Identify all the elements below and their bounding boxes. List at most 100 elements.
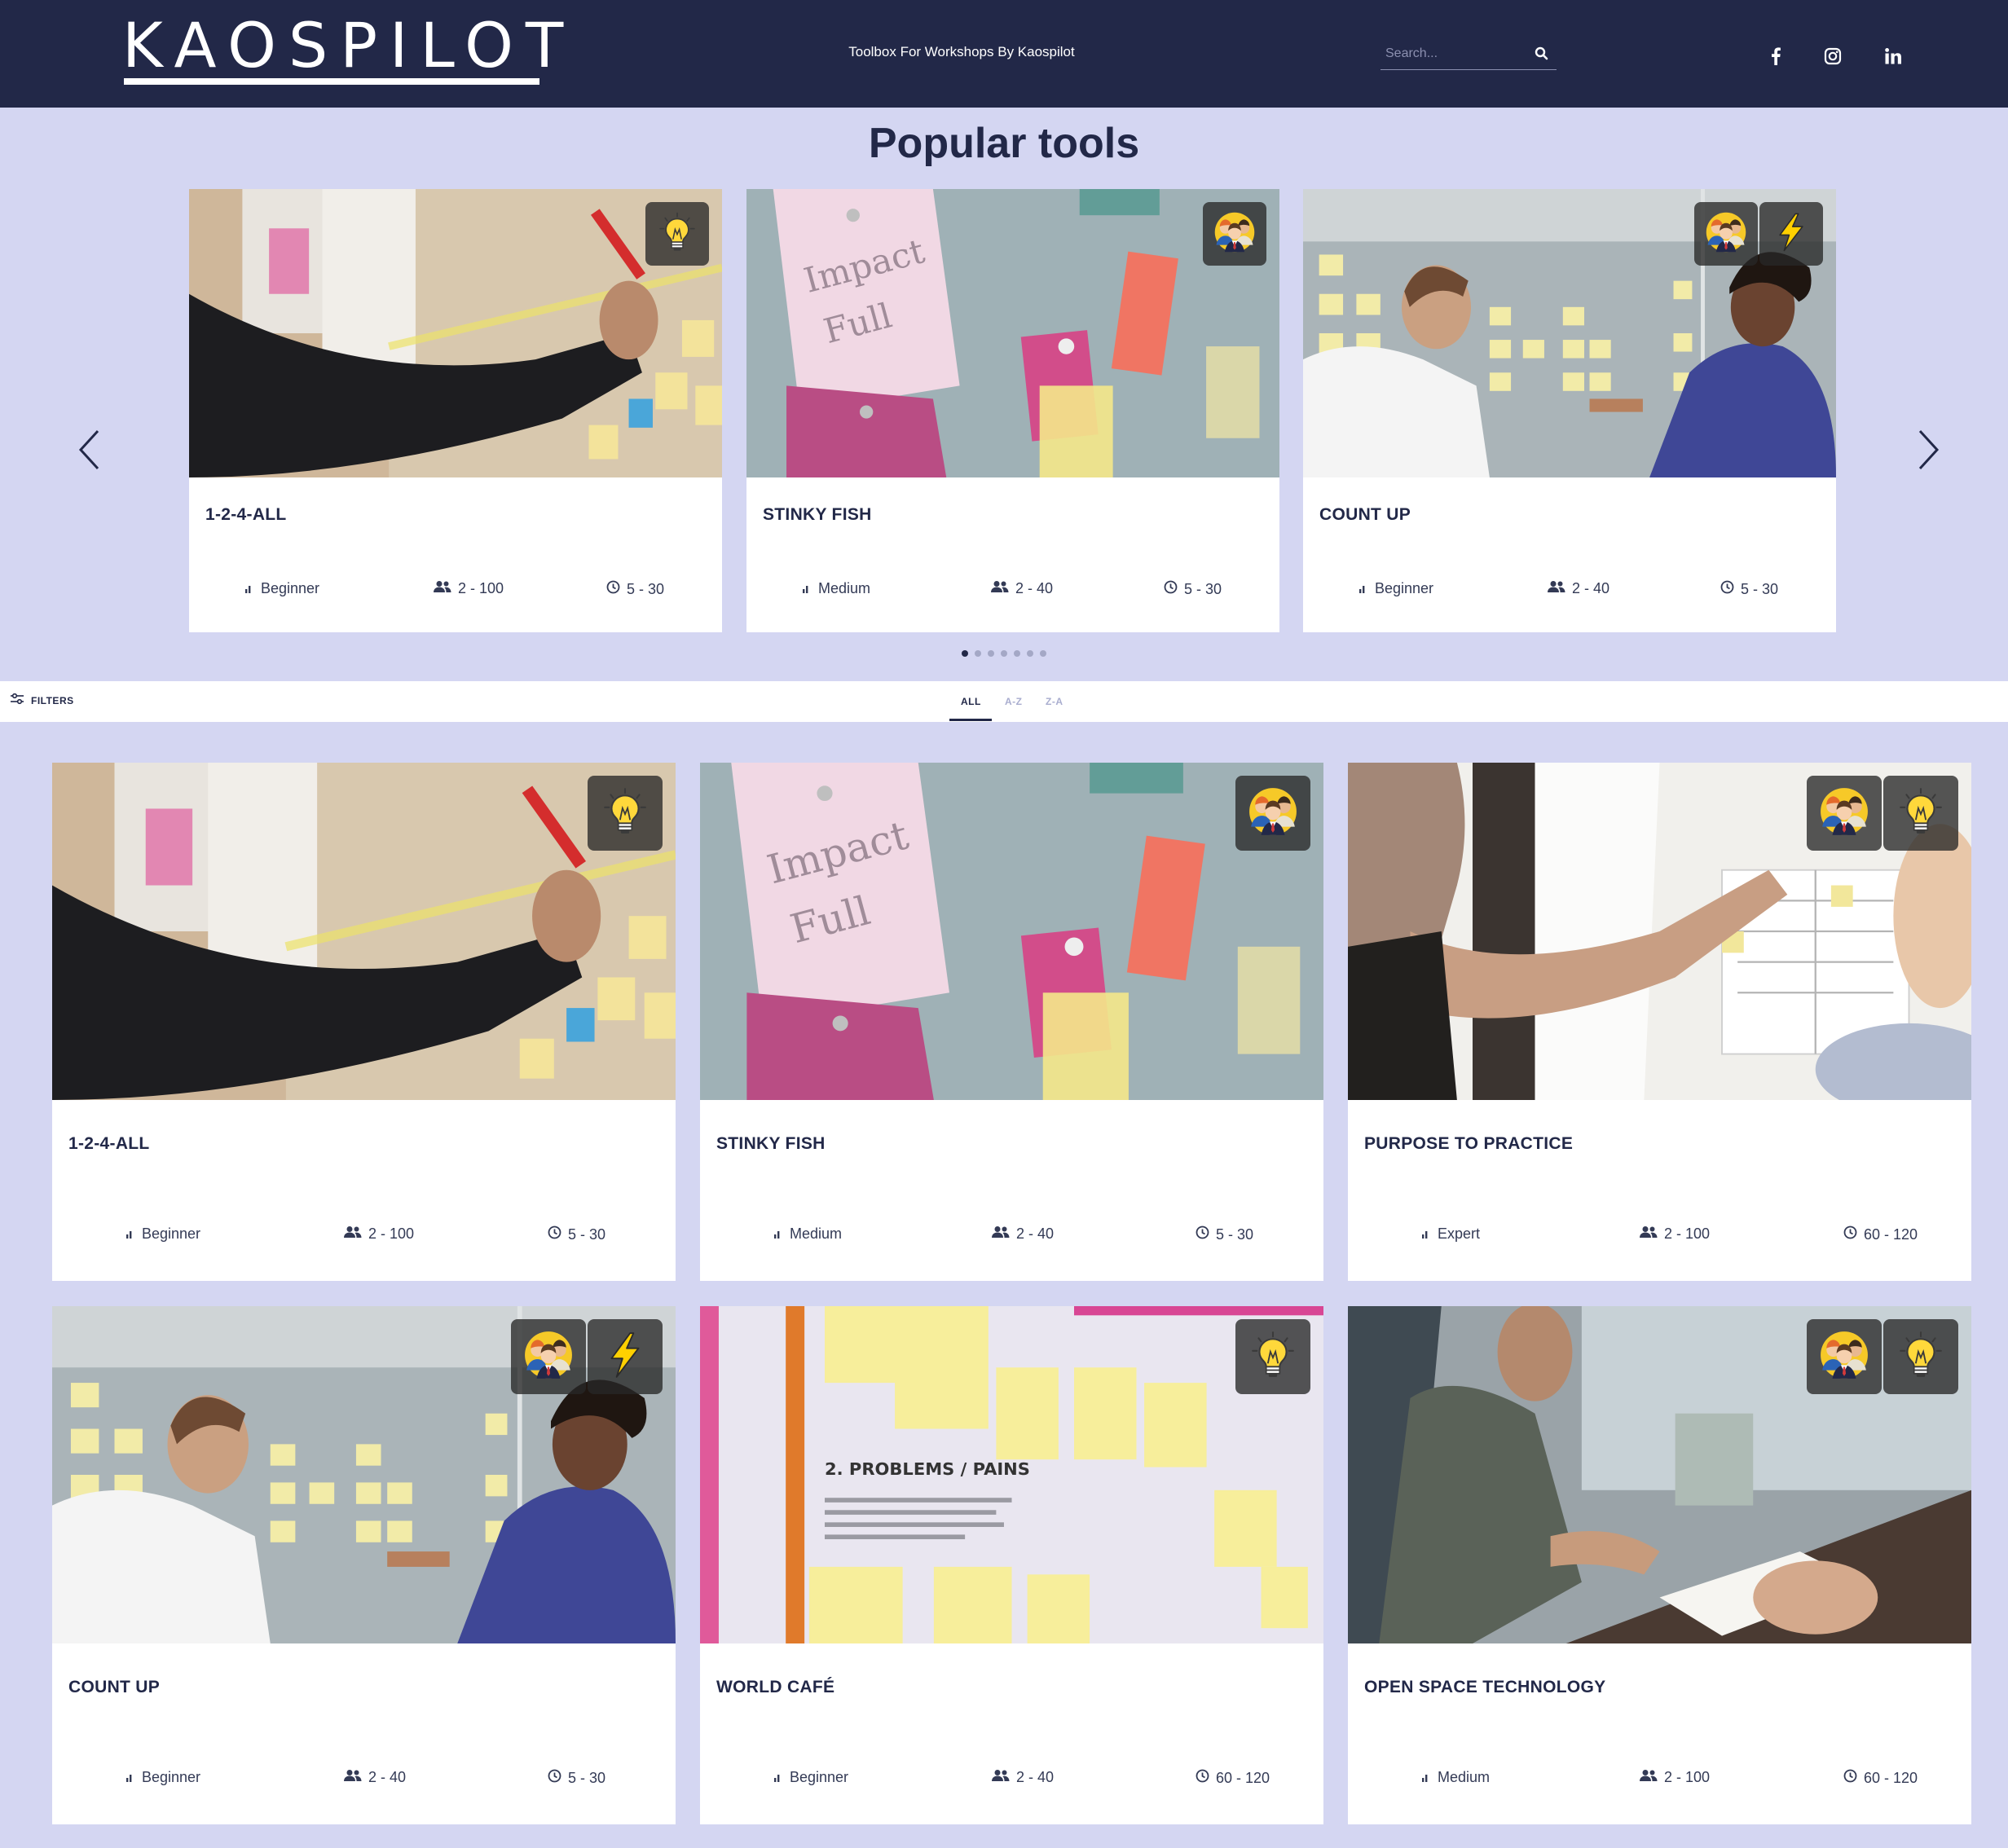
site-tagline: Toolbox For Workshops By Kaospilot [848,44,1075,59]
kaospilot-logo[interactable]: KAOSPILOT [122,15,563,86]
clock-icon [1843,1225,1857,1243]
facebook-icon[interactable] [1765,46,1786,67]
badge-team [1203,202,1266,266]
level-bars-icon [244,580,254,597]
duration-text: 60 - 120 [1864,1225,1918,1243]
duration: 5 - 30 [1164,580,1222,598]
card-badges [588,776,663,851]
carousel-dot[interactable] [988,650,994,657]
card-badges [1235,1319,1310,1394]
tab-z-a[interactable]: Z-A [1046,696,1063,707]
card-image: Impact Full [700,763,1323,1100]
card-image [52,763,676,1100]
participants: 2 - 100 [344,1225,414,1243]
carousel-dot[interactable] [1027,650,1033,657]
card-badges [1203,202,1266,266]
card-badges [645,202,709,266]
tab-a-z[interactable]: A-Z [1005,696,1023,707]
difficulty-level: Expert [1421,1225,1480,1243]
card-title: 1-2-4-ALL [205,505,287,524]
tab-all[interactable]: ALL [961,696,981,707]
difficulty-level: Medium [773,1225,842,1243]
card-photo: Impact Full [700,763,1323,1100]
level-bars-icon [126,1225,135,1243]
lightbulb-icon [600,786,650,841]
participants: 2 - 100 [1640,1769,1710,1786]
card-badges [511,1319,663,1394]
logo-underline [124,78,539,85]
tool-card[interactable]: PURPOSE TO PRACTICE Expert 2 - 100 60 - … [1348,763,1971,1281]
card-title: OPEN SPACE TECHNOLOGY [1364,1678,1606,1696]
clock-icon [1196,1225,1209,1243]
people-icon [344,1225,362,1243]
popular-tool-card[interactable]: 1-2-4-ALL Beginner 2 - 100 5 - 30 [189,189,722,632]
carousel-dot[interactable] [1001,650,1007,657]
difficulty-level: Medium [802,580,870,597]
tool-card[interactable]: 1-2-4-ALL Beginner 2 - 100 5 - 30 [52,763,676,1281]
popular-tool-card[interactable]: COUNT UP Beginner 2 - 40 5 - 30 [1303,189,1836,632]
card-title: WORLD CAFÉ [716,1678,835,1696]
difficulty-level: Medium [1421,1769,1490,1786]
clock-icon [548,1225,561,1243]
card-title: STINKY FISH [763,505,872,524]
badge-lightning [1759,202,1823,266]
badge-lightbulb [645,202,709,266]
logo-text: KAOSPILOT [122,9,576,81]
level-text: Beginner [142,1225,201,1242]
card-image [1348,763,1971,1100]
lightbulb-icon [1896,1330,1946,1384]
level-text: Beginner [142,1769,201,1785]
duration-text: 5 - 30 [1216,1225,1254,1243]
search-icon[interactable] [1534,46,1550,62]
team-icon [1819,786,1869,841]
level-text: Expert [1438,1225,1481,1242]
carousel-pagination [962,649,1059,658]
card-photo: 2. PROBLEMS / PAINS [700,1306,1323,1643]
carousel-dot[interactable] [1014,650,1020,657]
carousel-next-arrow-icon[interactable] [1912,425,1944,474]
card-title: STINKY FISH [716,1134,826,1153]
duration: 5 - 30 [606,580,664,598]
filters-button[interactable]: FILTERS [10,693,74,707]
carousel-prev-arrow-icon[interactable] [73,425,106,474]
linkedin-icon[interactable] [1882,46,1904,67]
participants: 2 - 40 [344,1769,406,1786]
popular-tool-card[interactable]: Impact Full STINKY FISH Medium 2 - 40 5 … [746,189,1279,632]
lightbulb-icon [1896,786,1946,841]
badge-lightbulb [1235,1319,1310,1394]
card-image [52,1306,676,1643]
duration: 60 - 120 [1843,1225,1918,1243]
participants-text: 2 - 100 [1664,1225,1711,1242]
people-icon [1548,580,1565,597]
search-input[interactable] [1385,42,1524,65]
tool-card[interactable]: 2. PROBLEMS / PAINS WORLD CAFÉ Beginner … [700,1306,1323,1824]
tool-card[interactable]: Impact Full STINKY FISH Medium 2 - 40 5 … [700,763,1323,1281]
participants: 2 - 100 [434,580,504,597]
level-text: Medium [790,1225,843,1242]
duration-text: 5 - 30 [627,580,665,597]
tool-card[interactable]: COUNT UP Beginner 2 - 40 5 - 30 [52,1306,676,1824]
level-bars-icon [773,1769,783,1786]
carousel-dot[interactable] [962,650,968,657]
carousel-dot[interactable] [975,650,981,657]
participants-text: 2 - 40 [1572,580,1610,596]
team-icon [1213,211,1256,257]
active-tab-underline [949,719,992,721]
participants-text: 2 - 40 [1015,580,1054,596]
participants-text: 2 - 40 [1016,1225,1055,1242]
badge-team [511,1319,586,1394]
difficulty-level: Beginner [1358,580,1433,597]
instagram-icon[interactable] [1822,46,1843,67]
clock-icon [1720,580,1734,598]
people-icon [991,580,1009,597]
participants-text: 2 - 40 [368,1769,407,1785]
badge-lightbulb [588,776,663,851]
participants-text: 2 - 100 [458,580,504,596]
duration-text: 60 - 120 [1216,1769,1270,1786]
carousel-dot[interactable] [1040,650,1046,657]
level-text: Medium [1438,1769,1491,1785]
team-icon [1248,786,1298,841]
tool-card[interactable]: OPEN SPACE TECHNOLOGY Medium 2 - 100 60 … [1348,1306,1971,1824]
participants-text: 2 - 100 [368,1225,415,1242]
sliders-icon [10,693,24,707]
